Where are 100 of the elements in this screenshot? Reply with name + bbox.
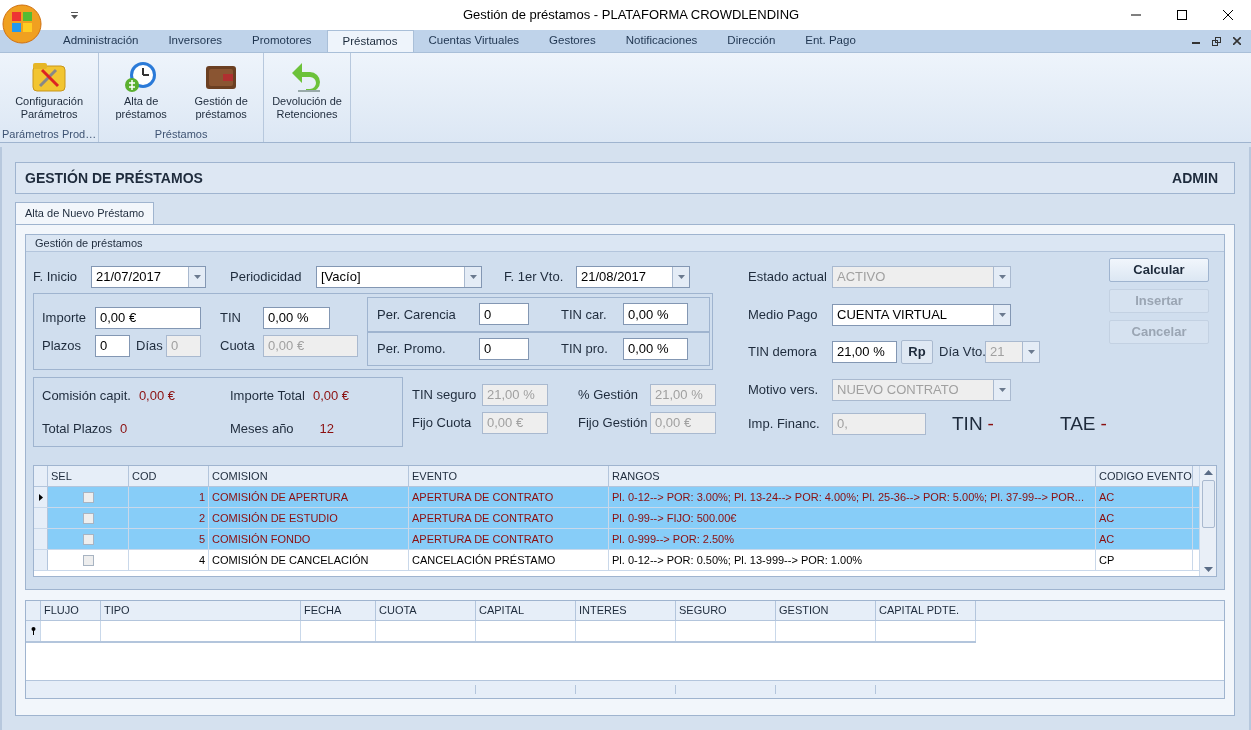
ribbon-tab[interactable]: Cuentas Virtuales: [413, 30, 535, 52]
date-dropdown[interactable]: 21/07/2017: [91, 266, 206, 288]
field-label: F. Inicio: [33, 268, 79, 287]
field-label: Periodicidad: [230, 268, 303, 287]
column-header[interactable]: CAPITAL PDTE.: [876, 601, 976, 620]
field-label: F. 1er Vto.: [504, 268, 565, 287]
field-label: TIN seguro: [412, 386, 478, 405]
quick-access-caret-icon[interactable]: [71, 11, 78, 19]
scrollbar-thumb[interactable]: [1201, 480, 1215, 528]
table-cell: 4: [129, 550, 209, 570]
tin-label: TIN: [952, 411, 983, 436]
column-header[interactable]: CAPITAL: [476, 601, 576, 620]
ribbon-tab[interactable]: Administración: [48, 30, 154, 52]
column-header[interactable]: FECHA: [301, 601, 376, 620]
column-header[interactable]: GESTION: [776, 601, 876, 620]
tae-label: TAE: [1059, 411, 1096, 436]
table-cell: CANCELACIÓN PRÉSTAMO: [409, 550, 609, 570]
ribbon-tab[interactable]: Gestores: [534, 30, 611, 52]
checkbox[interactable]: [82, 533, 94, 545]
field-label: Total Plazos: [42, 420, 113, 438]
user-name: ADMIN: [1172, 168, 1219, 188]
input-field[interactable]: 0: [479, 337, 529, 360]
field-label: Importe: [42, 308, 88, 327]
table-cell: 2: [129, 508, 209, 528]
tin-value: -: [987, 411, 994, 436]
field-label: TIN pro.: [561, 340, 609, 358]
input-field[interactable]: 0,00 €: [95, 306, 201, 329]
field-label: Motivo vers.: [748, 381, 820, 400]
rp-button[interactable]: Rp: [901, 340, 933, 364]
table-row[interactable]: 1 COMISIÓN DE APERTURA APERTURA DE CONTRATO Pl. 0-12--> POR: 3.00%; Pl. 13-24--> POR: 4.00%; Pl. 25-36--> POR: 5.00%; Pl. 37-99--> POR... AC: [34, 487, 1199, 508]
ribbon-tab[interactable]: Dirección: [712, 30, 791, 52]
checkbox[interactable]: [82, 491, 94, 503]
summary-value: 0,00 €: [138, 386, 176, 405]
summary-value: 12: [318, 420, 335, 438]
column-header[interactable]: INTERES: [576, 601, 676, 620]
field-label: Fijo Gestión: [578, 414, 649, 433]
column-header[interactable]: SEGURO: [676, 601, 776, 620]
field-label: TIN: [220, 308, 242, 327]
page-tab[interactable]: Alta de Nuevo Préstamo: [15, 202, 155, 224]
field-label: Medio Pago: [748, 306, 819, 325]
table-cell: APERTURA DE CONTRATO: [409, 529, 609, 549]
column-header[interactable]: RANGOS: [609, 466, 1096, 486]
input-field[interactable]: 0,00 %: [623, 337, 688, 360]
table-row[interactable]: 5 COMISIÓN FONDO APERTURA DE CONTRATO Pl. 0-999--> POR: 2.50% AC: [34, 529, 1199, 550]
row-header[interactable]: [34, 487, 48, 507]
action-button[interactable]: Calcular: [1109, 258, 1209, 282]
mdi-close-icon[interactable]: [1233, 37, 1241, 45]
table-row[interactable]: 2 COMISIÓN DE ESTUDIO APERTURA DE CONTRATO Pl. 0-99--> FIJO: 500.00€ AC: [34, 508, 1199, 529]
field-label: Días: [135, 336, 164, 355]
ribbon-button[interactable]: Alta de préstamos: [101, 59, 182, 126]
table-cell: Pl. 0-999--> POR: 2.50%: [609, 529, 1096, 549]
window-title: Gestión de préstamos - PLATAFORMA CROWDLENDING: [463, 6, 800, 25]
field-label: Fijo Cuota: [412, 414, 473, 433]
ribbon-tab[interactable]: Notificaciones: [610, 30, 713, 52]
checkbox[interactable]: [82, 512, 94, 524]
checkbox[interactable]: [82, 554, 94, 566]
tae-value: -: [1100, 411, 1107, 436]
field-label: Comisión capit.: [42, 386, 131, 405]
column-header[interactable]: CODIGO EVENTO: [1096, 466, 1193, 486]
column-header[interactable]: CUOTA: [376, 601, 476, 620]
ribbon-button[interactable]: Devolución de Retenciones: [266, 59, 348, 126]
input-field[interactable]: 0,00 %: [263, 306, 330, 329]
dropdown-field[interactable]: [Vacío]: [316, 266, 482, 288]
input-field[interactable]: 21,00 %: [832, 341, 897, 363]
mdi-restore-icon[interactable]: [1212, 36, 1221, 46]
table-cell: 1: [129, 487, 209, 507]
page-title: GESTIÓN DE PRÉSTAMOS: [25, 168, 203, 188]
column-header[interactable]: EVENTO: [409, 466, 609, 486]
table-row[interactable]: 4 COMISIÓN DE CANCELACIÓN CANCELACIÓN PRÉSTAMO Pl. 0-12--> POR: 0.50%; Pl. 13-999--> POR: 1.00% CP: [34, 550, 1199, 571]
table-cell: APERTURA DE CONTRATO: [409, 487, 609, 507]
date-dropdown[interactable]: 21/08/2017: [576, 266, 690, 288]
ribbon-button[interactable]: Gestión de préstamos: [181, 59, 262, 126]
folder-tools-icon: [32, 62, 67, 92]
table-cell: APERTURA DE CONTRATO: [409, 508, 609, 528]
table-cell: Pl. 0-12--> POR: 0.50%; Pl. 13-999--> POR: 1.00%: [609, 550, 1096, 570]
table-cell: COMISIÓN DE CANCELACIÓN: [209, 550, 409, 570]
dropdown-field[interactable]: CUENTA VIRTUAL: [832, 304, 1011, 326]
ribbon-tab[interactable]: Inversores: [153, 30, 238, 52]
ribbon-tab[interactable]: Préstamos: [326, 30, 414, 52]
ribbon-tab[interactable]: Ent. Pago: [790, 30, 871, 52]
input-field[interactable]: 0: [95, 334, 130, 357]
column-header[interactable]: TIPO: [101, 601, 301, 620]
column-header[interactable]: FLUJO: [41, 601, 101, 620]
table-cell: CP: [1096, 550, 1193, 570]
column-header[interactable]: SEL: [48, 466, 129, 486]
scrollbar[interactable]: [1199, 466, 1216, 576]
input-field[interactable]: 0: [479, 303, 529, 326]
ribbon-button[interactable]: Configuración Parámetros: [9, 59, 90, 126]
row-header[interactable]: [26, 621, 41, 641]
ribbon-group-label: Préstamos: [154, 127, 208, 142]
table-cell: 5: [129, 529, 209, 549]
field-label: % Gestión: [578, 386, 639, 405]
input-field[interactable]: 0,00 %: [623, 303, 688, 326]
column-header[interactable]: COMISION: [209, 466, 409, 486]
column-header[interactable]: COD: [129, 466, 209, 486]
close-icon: [1223, 10, 1233, 20]
ribbon-group-label: Parámetros Prod…: [2, 127, 97, 142]
table-cell: AC: [1096, 508, 1193, 528]
field-label: Per. Promo.: [377, 340, 447, 358]
ribbon-tab[interactable]: Promotores: [237, 30, 327, 52]
